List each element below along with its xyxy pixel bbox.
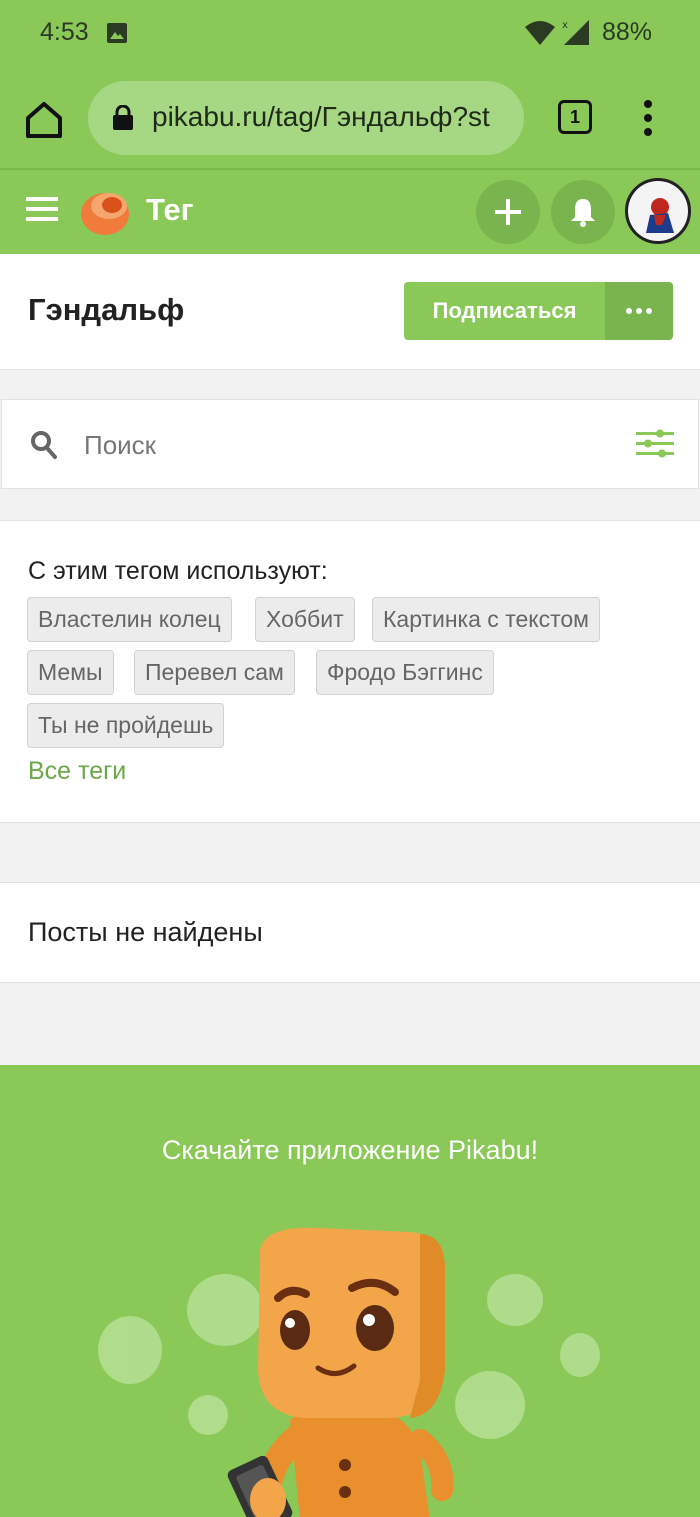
url-text: pikabu.ru/tag/Гэндальф?st [152,101,490,132]
bell-icon [571,199,595,227]
lock-icon [113,105,133,130]
tag-chip[interactable]: Картинка с текстом [372,597,600,642]
header-title: Тег [146,192,194,227]
all-tags-link[interactable]: Все теги [28,757,126,786]
subscribe-group: Подписаться [404,282,673,340]
plus-icon [495,199,521,225]
browser-toolbar: pikabu.ru/tag/Гэндальф?st 1 [0,68,700,170]
more-dots-icon [626,308,652,314]
hamburger-menu-icon[interactable] [26,196,58,222]
address-bar[interactable]: pikabu.ru/tag/Гэндальф?st [88,81,524,155]
promo-text: Скачайте приложение Pikabu! [161,1135,539,1165]
search-icon [31,431,57,459]
tag-chip[interactable]: Фродо Бэггинс [316,650,494,695]
user-avatar[interactable] [625,178,691,244]
status-time: 4:53 [40,18,89,46]
tab-switcher-button[interactable]: 1 [558,100,592,134]
battery-level: 88% [602,18,653,46]
pikabu-mascot-illustration [98,1227,600,1517]
filter-settings-icon[interactable] [636,428,674,460]
tag-chip[interactable]: Властелин колец [27,597,232,642]
posts-empty-state: Посты не найдены [0,882,700,983]
notifications-button[interactable] [551,180,615,244]
status-bar: 4:53 x 88% [0,0,700,68]
related-tags-section: С этим тегом используют: Властелин колец… [0,520,700,823]
image-notification-icon [107,23,127,43]
search-bar [1,399,699,489]
empty-state-text: Посты не найдены [28,917,263,947]
tag-chip[interactable]: Перевел сам [134,650,295,695]
app-promo-banner[interactable]: Скачайте приложение Pikabu! [0,1065,700,1517]
wifi-icon [525,21,555,45]
avatar-image-icon [628,181,688,241]
page-title: Гэндальф [28,292,185,327]
add-post-button[interactable] [476,180,540,244]
subscribe-button[interactable]: Подписаться [404,282,605,340]
signal-icon: x [562,20,589,45]
tag-header: Гэндальф Подписаться [0,254,700,370]
svg-text:x: x [562,20,568,31]
browser-menu-icon[interactable] [636,98,660,138]
tag-chip[interactable]: Ты не пройдешь [27,703,225,748]
search-input[interactable] [84,428,564,462]
more-options-button[interactable] [605,282,673,340]
site-header: Тег [0,170,700,254]
pikabu-logo-icon[interactable] [78,184,132,238]
home-icon[interactable] [22,98,66,142]
related-tags-title: С этим тегом используют: [28,557,328,585]
tag-chip[interactable]: Мемы [27,650,114,695]
tag-chip[interactable]: Хоббит [255,597,355,642]
